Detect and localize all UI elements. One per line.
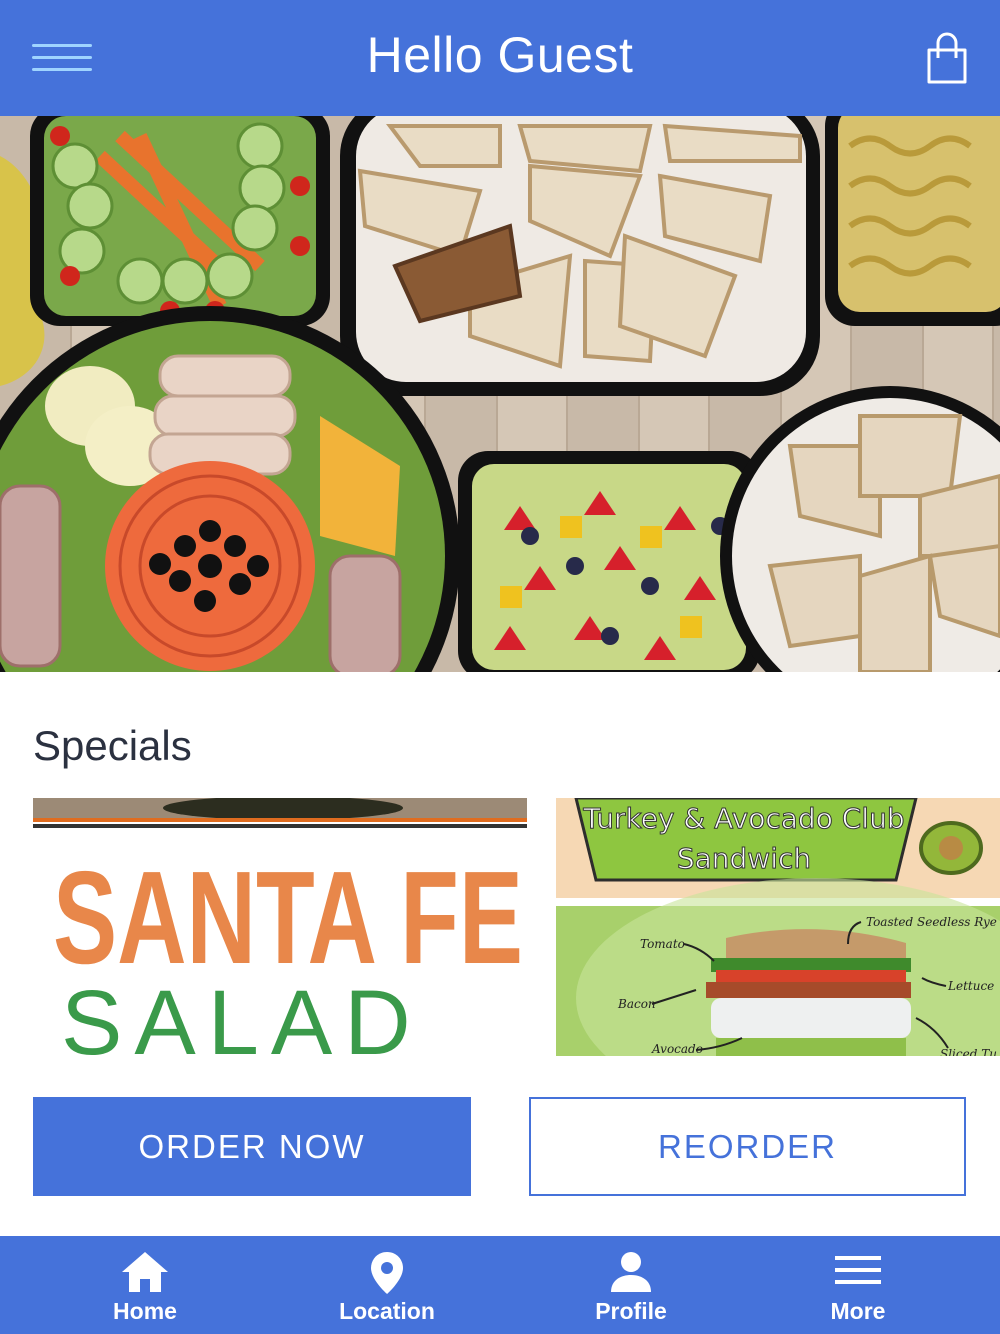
- bottom-nav: Home Location Profile More: [0, 1236, 1000, 1334]
- callout-avocado: Avocado: [651, 1042, 703, 1056]
- nav-label-location: Location: [339, 1298, 435, 1324]
- special-card-turkey-avocado-club[interactable]: Turkey & Avocado Club Sandwich Toasted S…: [556, 798, 1000, 1056]
- page-title: Hello Guest: [366, 27, 634, 83]
- callout-rye: Toasted Seedless Rye: [866, 915, 997, 929]
- nav-label-profile: Profile: [595, 1298, 667, 1324]
- reorder-button[interactable]: REORDER: [529, 1097, 966, 1196]
- person-icon: [609, 1250, 653, 1299]
- turkey-title-line1: Turkey & Avocado Club: [582, 802, 904, 835]
- order-now-button[interactable]: ORDER NOW: [33, 1097, 471, 1196]
- nav-item-home[interactable]: Home: [90, 1236, 200, 1334]
- santa-fe-title: SANTA FE: [53, 844, 523, 991]
- callout-turkey: Sliced Tu: [940, 1047, 997, 1056]
- specials-heading: Specials: [33, 722, 192, 769]
- map-pin-icon: [369, 1250, 405, 1301]
- app-header: Hello Guest: [0, 0, 1000, 116]
- hero-image: [0, 116, 1000, 672]
- callout-bacon: Bacon: [617, 997, 656, 1011]
- callout-tomato: Tomato: [640, 937, 685, 951]
- shopping-bag-icon[interactable]: [922, 32, 972, 86]
- special-card-santa-fe-salad[interactable]: SANTA FE SALAD: [33, 798, 527, 1056]
- callout-lettuce: Lettuce: [947, 979, 994, 993]
- turkey-title-line2: Sandwich: [677, 842, 811, 875]
- salad-title: SALAD: [61, 972, 423, 1056]
- hamburger-icon: [835, 1250, 881, 1295]
- nav-item-location[interactable]: Location: [322, 1236, 452, 1334]
- nav-item-more[interactable]: More: [800, 1236, 916, 1334]
- home-icon: [120, 1250, 170, 1299]
- nav-item-profile[interactable]: Profile: [576, 1236, 686, 1334]
- nav-label-home: Home: [113, 1298, 177, 1324]
- nav-label-more: More: [830, 1298, 886, 1324]
